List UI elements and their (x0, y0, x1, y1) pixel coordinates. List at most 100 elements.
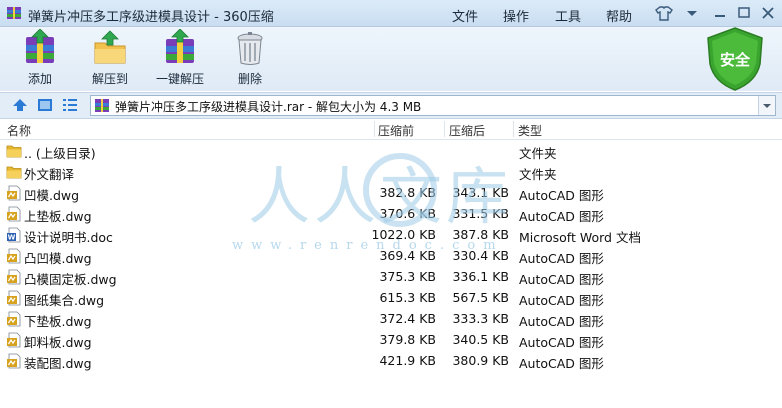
column-header: 名称 压缩前 压缩后 类型 (0, 119, 782, 140)
file-name: 外文翻译 (24, 167, 75, 182)
dwg-file-icon (6, 206, 22, 222)
one-click-extract-button[interactable]: 一键解压 (148, 29, 212, 91)
column-size[interactable]: 压缩前 (378, 122, 414, 139)
column-packed[interactable]: 压缩后 (449, 122, 485, 139)
extract-to-button[interactable]: 解压到 (78, 29, 142, 91)
column-name[interactable]: 名称 (7, 122, 31, 139)
file-type: Microsoft Word 文档 (519, 230, 641, 245)
archive-path: 弹簧片冲压多工序级进模具设计.rar - 解包大小为 4.3 MB (115, 100, 422, 114)
file-size: 375.3 KB (379, 269, 436, 284)
one-click-extract-icon (166, 29, 194, 63)
file-row[interactable]: 上垫板.dwg 370.6 KB 331.5 KB AutoCAD 图形 (0, 203, 782, 224)
file-name: 凸凹模.dwg (24, 251, 92, 266)
file-size: 379.8 KB (379, 332, 436, 347)
add-button[interactable]: 添加 (8, 29, 72, 91)
file-type: AutoCAD 图形 (519, 209, 604, 224)
file-row[interactable]: 卸料板.dwg 379.8 KB 340.5 KB AutoCAD 图形 (0, 329, 782, 350)
file-packed-size: 336.1 KB (452, 269, 509, 284)
file-type: AutoCAD 图形 (519, 251, 604, 266)
dwg-file-icon (6, 311, 22, 327)
file-packed-size: 343.1 KB (452, 185, 509, 200)
watermark-url: www.renrendoc.com (232, 238, 504, 253)
file-row[interactable]: 凸模固定板.dwg 375.3 KB 336.1 KB AutoCAD 图形 (0, 266, 782, 287)
maximize-icon[interactable] (734, 4, 754, 22)
file-type: AutoCAD 图形 (519, 335, 604, 350)
dwg-file-icon (6, 290, 22, 306)
rar-archive-icon (95, 99, 109, 112)
path-dropdown-button[interactable] (758, 96, 775, 115)
security-shield-icon[interactable]: 安全 (704, 26, 766, 92)
dwg-file-icon (6, 185, 22, 201)
file-type: AutoCAD 图形 (519, 272, 604, 287)
file-size: 615.3 KB (379, 290, 436, 305)
folder-icon (6, 164, 22, 180)
file-name: 上垫板.dwg (24, 209, 92, 224)
delete-button[interactable]: 删除 (218, 29, 282, 91)
file-name: .. (上级目录) (24, 146, 96, 161)
file-size: 382.8 KB (379, 185, 436, 200)
svg-text:W: W (8, 234, 16, 242)
file-name: 卸料板.dwg (24, 335, 92, 350)
menu-dropdown-icon[interactable] (682, 4, 702, 22)
file-row[interactable]: 装配图.dwg 421.9 KB 380.9 KB AutoCAD 图形 (0, 350, 782, 371)
doc-file-icon: W (6, 227, 22, 243)
extract-to-label: 解压到 (91, 72, 128, 86)
toolbar: 添加 解压到 一键解压 删除 安全 (0, 27, 782, 91)
menu-file[interactable]: 文件 (452, 6, 478, 25)
dwg-file-icon (6, 332, 22, 348)
extract-folder-icon (94, 30, 126, 64)
folder-icon (6, 143, 22, 159)
file-row[interactable]: 下垫板.dwg 372.4 KB 333.3 KB AutoCAD 图形 (0, 308, 782, 329)
chevron-down-icon (763, 104, 771, 108)
menu-help[interactable]: 帮助 (606, 6, 632, 25)
trash-can-icon (237, 32, 263, 65)
dwg-file-icon (6, 269, 22, 285)
add-button-label: 添加 (27, 72, 52, 86)
large-icon-view-icon[interactable] (37, 97, 53, 113)
skin-tshirt-icon[interactable] (654, 4, 674, 22)
close-icon[interactable] (758, 4, 778, 22)
up-arrow-icon[interactable] (12, 97, 28, 113)
file-name: 下垫板.dwg (24, 314, 92, 329)
file-name: 凹模.dwg (24, 188, 80, 203)
file-name: 装配图.dwg (24, 356, 92, 371)
window-title: 弹簧片冲压多工序级进模具设计 - 360压缩 (28, 10, 274, 25)
file-row[interactable]: .. (上级目录) 文件夹 (0, 140, 782, 161)
file-type: AutoCAD 图形 (519, 314, 604, 329)
menu-operation[interactable]: 操作 (503, 6, 529, 25)
file-type: AutoCAD 图形 (519, 188, 604, 203)
file-size: 372.4 KB (379, 311, 436, 326)
file-packed-size: 333.3 KB (452, 311, 509, 326)
detail-list-view-icon[interactable] (62, 97, 78, 113)
path-field[interactable]: 弹簧片冲压多工序级进模具设计.rar - 解包大小为 4.3 MB (90, 95, 776, 116)
delete-label: 删除 (237, 72, 262, 86)
add-archive-icon (26, 29, 54, 63)
file-size: 370.6 KB (379, 206, 436, 221)
file-type: 文件夹 (519, 146, 557, 161)
file-name: 设计说明书.doc (24, 230, 113, 245)
file-packed-size: 567.5 KB (452, 290, 509, 305)
column-divider[interactable] (444, 121, 445, 137)
dwg-file-icon (6, 353, 22, 369)
file-size: 421.9 KB (379, 353, 436, 368)
menu-tools[interactable]: 工具 (555, 6, 581, 25)
security-badge-text: 安全 (720, 51, 751, 69)
column-divider[interactable] (513, 121, 514, 137)
minimize-icon[interactable] (710, 4, 730, 22)
360zip-app-icon (7, 7, 21, 19)
dwg-file-icon (6, 248, 22, 264)
file-row[interactable]: 外文翻译 文件夹 (0, 161, 782, 182)
file-row[interactable]: 凹模.dwg 382.8 KB 343.1 KB AutoCAD 图形 (0, 182, 782, 203)
file-packed-size: 380.9 KB (452, 353, 509, 368)
file-type: 文件夹 (519, 167, 557, 182)
file-type: AutoCAD 图形 (519, 356, 604, 371)
file-name: 图纸集合.dwg (24, 293, 105, 308)
column-type[interactable]: 类型 (518, 122, 542, 139)
file-name: 凸模固定板.dwg (24, 272, 117, 287)
file-packed-size: 331.5 KB (452, 206, 509, 221)
file-type: AutoCAD 图形 (519, 293, 604, 308)
file-list: .. (上级目录) 文件夹 外文翻译 文件夹 凹模.dwg 382.8 KB 343.1 K… (0, 140, 782, 371)
file-row[interactable]: 图纸集合.dwg 615.3 KB 567.5 KB AutoCAD 图形 (0, 287, 782, 308)
file-packed-size: 340.5 KB (452, 332, 509, 347)
column-divider[interactable] (374, 121, 375, 137)
